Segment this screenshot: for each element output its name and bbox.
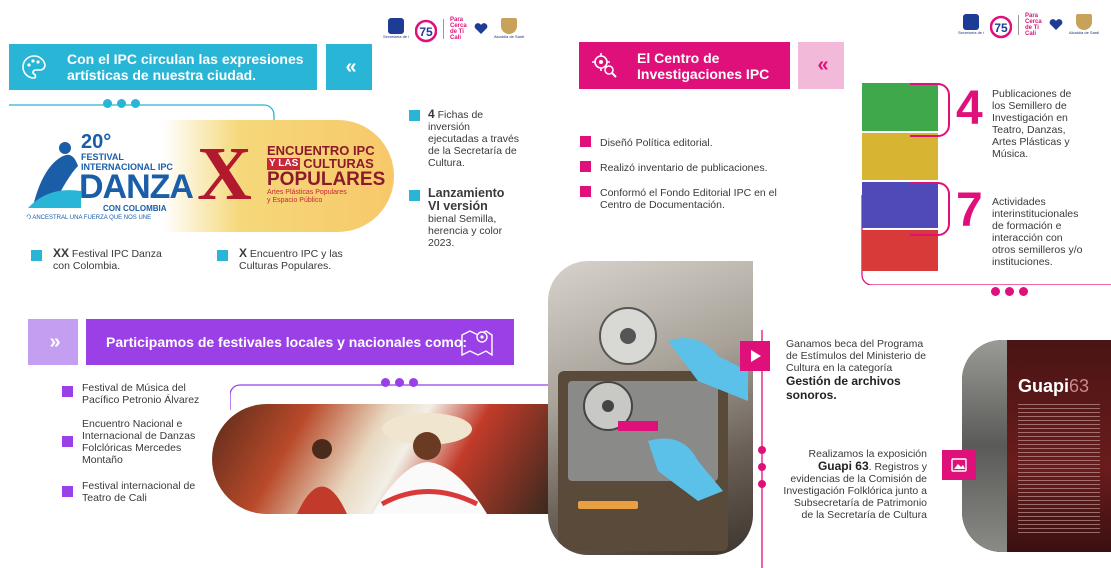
svg-text:75: 75 [419,25,433,39]
bullet-square [580,161,591,172]
section1-banner: Con el IPC circulan las expresiones artí… [9,44,317,90]
section3-title: Participamos de festivales locales y nac… [106,334,468,350]
festival-logo: 20° FESTIVAL INTERNACIONAL IPC DANZA CON… [23,126,194,226]
research-gear-icon [592,53,617,78]
heart-icon [474,23,488,34]
expo-text: Realizamos la exposición Guapi 63. Regis… [783,448,927,521]
guapi-title: Guapi63 [1018,376,1090,396]
logo-secretaria-r: Secretaría de Cultura [958,14,984,36]
bullet-square [409,190,420,201]
dancer-icon [28,142,81,208]
chevron-left-icon: « [798,42,844,89]
section3-banner: Participamos de festivales locales y nac… [86,319,514,365]
item-encuentro: X Encuentro IPC y las Culturas Populares… [239,246,343,272]
heart-icon [1049,19,1063,30]
logo-cerca-r: Para Cerca de Ti Cali [1025,13,1063,37]
chevron-left-icon: « [326,44,372,90]
festival-slogan: LO ANCESTRAL UNA FUERZA QUE NOS UNE [23,215,152,221]
publication-cover-yellow [862,133,938,180]
encuentro-title: ENCUENTRO IPC Y LAS CULTURAS POPULARES A… [267,143,386,204]
bracket-7 [910,182,950,236]
dancers-illustration [297,413,487,514]
logo-divider [1018,15,1019,35]
item-festival: XX Festival IPC Danza con Colombia. [53,246,162,272]
item-fondo: Conformó el Fondo Editorial IPC en el Ce… [600,187,777,211]
item-inventario: Realizó inventario de publicaciones. [600,162,768,174]
logo-alcaldia: Alcaldía de Santiago de Cali [494,18,524,40]
secretaria-icon [963,14,979,30]
cali75-icon: 75 [990,15,1012,39]
infographic-page: Secretaría de Cultura 75 Para Cerca de T… [0,0,1111,568]
dots-cyan [103,99,140,108]
chevron-right-icon: » [28,319,78,365]
stat-7-number: 7 [956,184,983,237]
logo-divider [443,19,444,39]
section2-title: El Centro de Investigaciones IPC [637,49,770,82]
stat-7-text: Actividades interinstitucionales de form… [992,196,1083,268]
logos-right: Secretaría de Cultura 75 Para Cerca de T… [958,10,1099,40]
exhibit-text-block [1018,404,1100,534]
festival-con: CON COLOMBIA [103,204,167,213]
svg-text:75: 75 [994,21,1008,35]
festival-mercedes: Encuentro Nacional e Internacional de Da… [82,418,196,466]
dots-magenta [991,287,1028,296]
beca-text: Ganamos beca del Programa de Estímulos d… [786,338,927,402]
festival-danza: DANZA [79,168,194,206]
publication-cover-red [862,230,938,271]
festival-petronio: Festival de Música del Pacífico Petronio… [82,382,200,406]
encuentro-x: X [197,132,252,216]
bullet-square [62,486,73,497]
cali75-icon: 75 [415,19,437,43]
section1-title: Con el IPC circulan las expresiones artí… [67,51,304,83]
item-fichas: 4 Fichas de inversión ejecutadas a travé… [428,107,520,169]
gallery-button[interactable] [942,450,976,480]
festival-name-1: FESTIVAL [81,152,124,162]
logos-left: Secretaría de Cultura 75 Para Cerca de T… [383,14,524,44]
image-icon [951,458,967,472]
secretaria-icon [388,18,404,34]
play-button[interactable] [740,341,770,371]
bracket-4 [910,83,950,137]
shield-icon [1076,14,1092,30]
shield-icon [501,18,517,34]
logo-alcaldia-r: Alcaldía de Santiago de Cali [1069,14,1099,36]
festival-card: 20° FESTIVAL INTERNACIONAL IPC DANZA CON… [9,120,394,232]
guapi-exhibit-photo: Guapi63 [962,340,1111,552]
stat-4-number: 4 [956,82,983,135]
bullet-square [580,136,591,147]
bullet-square [409,110,420,121]
bullet-square [62,386,73,397]
logo-secretaria: Secretaría de Cultura [383,18,409,40]
bullet-square [580,186,591,197]
festival-teatro: Festival internacional de Teatro de Cali [82,480,196,504]
historic-photos [962,340,1007,552]
play-icon [751,350,761,362]
logo-cerca: Para Cerca de Ti Cali [450,17,488,41]
section2-banner: El Centro de Investigaciones IPC [579,42,790,89]
palette-icon [22,55,46,79]
dancers-photo [212,404,548,514]
bullet-square [217,250,228,261]
bullet-square [31,250,42,261]
stat-4-text: Publicaciones de los Semillero de Invest… [992,88,1072,160]
item-lanzamiento: Lanzamiento VI versión bienal Semilla, h… [428,186,505,250]
reel-recorder-photo [548,261,753,555]
item-politica: Diseñó Política editorial. [600,137,713,149]
festival-number: 20° [81,131,112,153]
reel-recorder-illustration [558,307,748,551]
bullet-square [62,436,73,447]
map-location-icon [461,330,493,357]
